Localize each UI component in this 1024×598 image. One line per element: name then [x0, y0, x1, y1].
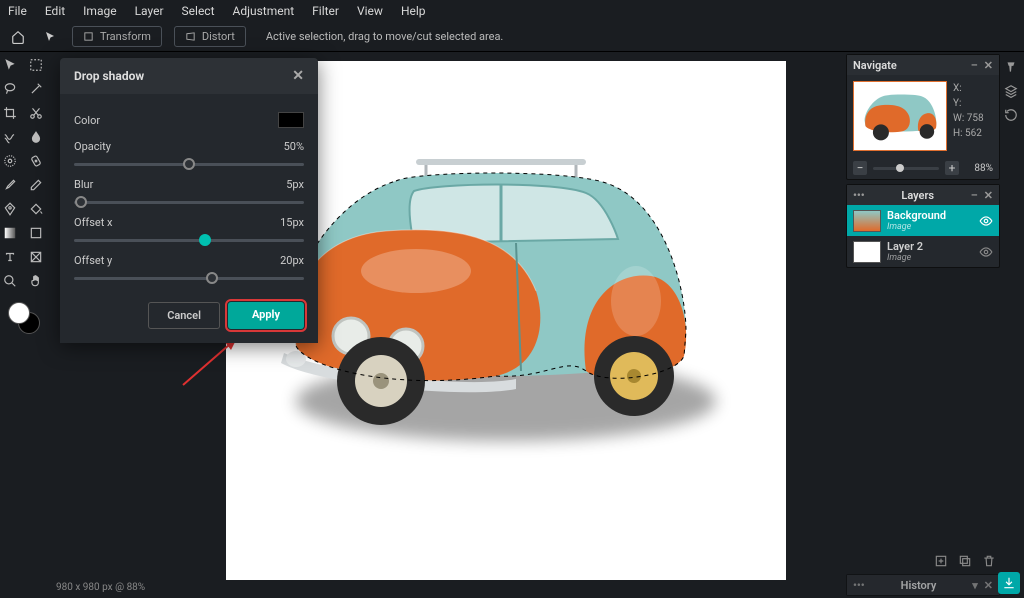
car-image [266, 141, 706, 441]
add-layer-icon[interactable] [934, 554, 948, 568]
layer-actions [844, 550, 1002, 572]
move-tool-icon[interactable] [1, 56, 19, 74]
marquee-tool-icon[interactable] [27, 56, 45, 74]
offsetx-slider[interactable] [74, 239, 304, 242]
frame-tool-icon[interactable] [27, 248, 45, 266]
apply-button[interactable]: Apply [228, 302, 304, 329]
hand-tool-icon[interactable] [27, 272, 45, 290]
layer-row[interactable]: Background Image [847, 205, 999, 236]
navigate-title: Navigate [853, 59, 897, 72]
menu-view[interactable]: View [357, 4, 383, 18]
text-tool-icon[interactable] [1, 248, 19, 266]
color-label: Color [74, 114, 100, 127]
lasso-tool-icon[interactable] [1, 80, 19, 98]
history-title: History [901, 579, 937, 592]
blur-slider[interactable] [74, 201, 304, 204]
right-panels: Navigate–✕ X: Y: W: 758 H: 562 − + 88% [844, 52, 1002, 598]
right-icon-strip [1000, 52, 1022, 122]
status-bar: 980 x 980 px @ 88% [48, 580, 844, 598]
offsety-value: 20px [280, 254, 304, 267]
navigate-thumbnail[interactable] [853, 81, 947, 151]
cut-tool-icon[interactable] [27, 104, 45, 122]
zoom-out-button[interactable]: − [853, 161, 867, 175]
brush-tool-icon[interactable] [1, 176, 19, 194]
distort-button[interactable]: Distort [174, 26, 246, 47]
zoom-tool-icon[interactable] [1, 272, 19, 290]
fill-tool-icon[interactable] [27, 200, 45, 218]
shape-tool-icon[interactable] [27, 224, 45, 242]
color-swatch[interactable] [278, 112, 304, 128]
layers-panel-icon[interactable] [1004, 84, 1018, 98]
menu-filter[interactable]: Filter [312, 4, 339, 18]
export-button[interactable] [998, 572, 1020, 594]
blur-label: Blur [74, 178, 93, 191]
zoom-in-button[interactable]: + [945, 161, 959, 175]
wand-tool-icon[interactable] [27, 80, 45, 98]
menu-adjustment[interactable]: Adjustment [233, 4, 295, 18]
layer-row[interactable]: Layer 2 Image [847, 236, 999, 267]
expand-icon[interactable]: ▾ [972, 579, 978, 592]
transform-button[interactable]: Transform [72, 26, 162, 47]
crop-tool-icon[interactable] [1, 104, 19, 122]
layer-type: Image [887, 253, 923, 263]
opacity-label: Opacity [74, 140, 111, 153]
close-panel-icon[interactable]: ✕ [984, 189, 993, 202]
tool-sidebar [0, 52, 48, 598]
offsety-slider[interactable] [74, 277, 304, 280]
menu-edit[interactable]: Edit [45, 4, 65, 18]
gradient-tool-icon[interactable] [1, 224, 19, 242]
menu-image[interactable]: Image [83, 4, 116, 18]
heal-tool-icon[interactable] [27, 152, 45, 170]
toolbar-hint: Active selection, drag to move/cut selec… [266, 30, 504, 43]
duplicate-layer-icon[interactable] [958, 554, 972, 568]
dialog-title: Drop shadow [74, 69, 144, 83]
home-icon[interactable] [8, 27, 28, 47]
visibility-icon[interactable] [979, 245, 993, 259]
minimize-icon[interactable]: – [971, 189, 978, 202]
cancel-button[interactable]: Cancel [148, 302, 220, 329]
delete-layer-icon[interactable] [982, 554, 996, 568]
layer-thumbnail [853, 241, 881, 263]
menu-select[interactable]: Select [182, 4, 215, 18]
liquify-tool-icon[interactable] [1, 128, 19, 146]
offsety-label: Offset y [74, 254, 112, 267]
history-panel-icon[interactable] [1004, 108, 1018, 122]
drop-shadow-dialog: Drop shadow ✕ Color Opacity 50% Blur 5px… [60, 58, 318, 343]
pen-tool-icon[interactable] [1, 200, 19, 218]
minimize-icon[interactable]: – [971, 59, 978, 72]
menu-file[interactable]: File [8, 4, 27, 18]
offsetx-label: Offset x [74, 216, 113, 229]
layer-type: Image [887, 222, 946, 232]
opacity-slider[interactable] [74, 163, 304, 166]
eraser-tool-icon[interactable] [27, 176, 45, 194]
arrow-cursor-icon[interactable] [40, 27, 60, 47]
menu-layer[interactable]: Layer [135, 4, 164, 18]
layers-title: Layers [901, 189, 934, 202]
text-panel-icon[interactable] [1004, 60, 1018, 74]
clone-tool-icon[interactable] [1, 152, 19, 170]
zoom-slider[interactable] [873, 167, 939, 170]
close-panel-icon[interactable]: ✕ [984, 579, 993, 592]
zoom-value: 88% [965, 163, 993, 174]
layers-panel: •••Layers–✕ Background Image Layer 2 Ima… [846, 184, 1000, 268]
menu-bar: File Edit Image Layer Select Adjustment … [0, 0, 1024, 22]
navigate-panel: Navigate –✕ X: Y: W: 758 H: 562 − + 88% [846, 54, 1000, 180]
close-panel-icon[interactable]: ✕ [984, 59, 993, 72]
blur-value: 5px [286, 178, 304, 191]
layer-thumbnail [853, 210, 881, 232]
blur-tool-icon[interactable] [27, 128, 45, 146]
layer-name: Layer 2 [887, 240, 923, 253]
options-bar: Transform Distort Active selection, drag… [0, 22, 1024, 52]
menu-help[interactable]: Help [401, 4, 426, 18]
visibility-icon[interactable] [979, 214, 993, 228]
color-swatches[interactable] [8, 302, 40, 334]
offsetx-value: 15px [280, 216, 304, 229]
foreground-color-swatch[interactable] [8, 302, 30, 324]
navigate-info: X: Y: W: 758 H: 562 [953, 81, 984, 151]
opacity-value: 50% [284, 140, 304, 153]
close-icon[interactable]: ✕ [292, 68, 304, 84]
history-panel: •••History▾✕ [846, 574, 1000, 596]
layer-name: Background [887, 209, 946, 222]
